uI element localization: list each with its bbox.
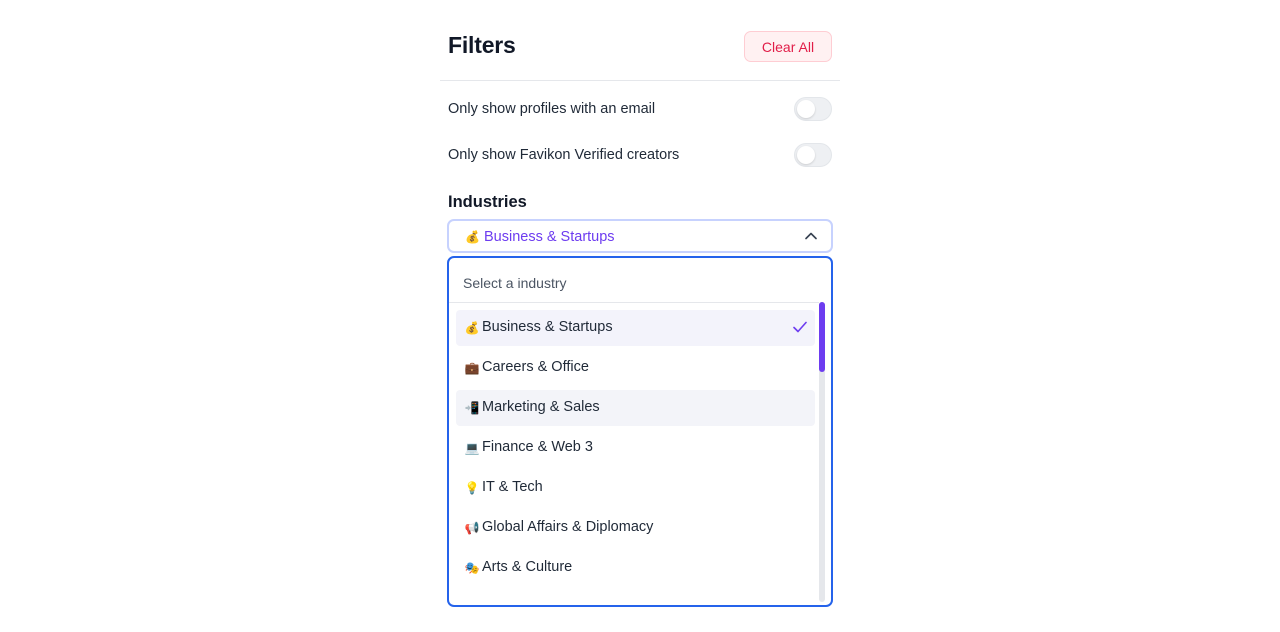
briefcase-icon: 💼 xyxy=(464,361,480,375)
email-filter-toggle[interactable] xyxy=(794,97,832,121)
industry-select-value: 💰 Business & Startups xyxy=(465,229,615,245)
laptop-icon: 💻 xyxy=(464,441,480,455)
industry-option-business-startups[interactable]: 💰 Business & Startups xyxy=(456,310,815,346)
option-label: Business & Startups xyxy=(482,319,613,335)
industry-option-arts-culture[interactable]: 🎭 Arts & Culture xyxy=(456,550,815,586)
money-bag-icon: 💰 xyxy=(465,230,480,244)
industries-label: Industries xyxy=(448,193,527,211)
mobile-arrow-icon: 📲 xyxy=(464,401,480,415)
verified-filter-toggle[interactable] xyxy=(794,143,832,167)
checkmark-icon xyxy=(793,321,807,333)
option-label: Marketing & Sales xyxy=(482,399,600,415)
dropdown-placeholder: Select a industry xyxy=(463,275,567,291)
industry-option-finance-web3[interactable]: 💻 Finance & Web 3 xyxy=(456,430,815,466)
option-label: Finance & Web 3 xyxy=(482,439,593,455)
theater-masks-icon: 🎭 xyxy=(464,561,480,575)
industry-select-text: Business & Startups xyxy=(483,229,615,245)
option-label: Arts & Culture xyxy=(482,559,573,575)
clear-all-button[interactable]: Clear All xyxy=(744,31,832,62)
toggle-knob xyxy=(797,146,815,164)
light-bulb-icon: 💡 xyxy=(464,481,480,495)
toggle-knob xyxy=(797,100,815,118)
divider xyxy=(449,302,819,303)
option-label: IT & Tech xyxy=(482,479,543,495)
filters-title: Filters xyxy=(448,32,516,58)
filters-panel: Filters Clear All Only show profiles wit… xyxy=(440,0,840,632)
chevron-up-icon[interactable] xyxy=(805,231,817,241)
option-label: Global Affairs & Diplomacy xyxy=(482,519,654,535)
industry-select[interactable]: 💰 Business & Startups xyxy=(447,219,833,253)
industry-option-marketing-sales[interactable]: 📲 Marketing & Sales xyxy=(456,390,815,426)
filters-header: Filters Clear All xyxy=(440,0,840,81)
money-bag-icon: 💰 xyxy=(464,321,480,335)
verified-filter-row: Only show Favikon Verified creators xyxy=(448,143,832,169)
scrollbar-thumb[interactable] xyxy=(819,302,825,372)
email-filter-row: Only show profiles with an email xyxy=(448,97,832,123)
email-filter-label: Only show profiles with an email xyxy=(448,101,656,117)
megaphone-icon: 📢 xyxy=(464,521,480,535)
dropdown-scrollbar[interactable] xyxy=(819,302,825,602)
option-label: Careers & Office xyxy=(482,359,589,375)
industry-option-it-tech[interactable]: 💡 IT & Tech xyxy=(456,470,815,506)
industry-dropdown: Select a industry 💰 Business & Startups … xyxy=(447,256,833,607)
verified-filter-label: Only show Favikon Verified creators xyxy=(448,147,680,163)
industry-option-careers-office[interactable]: 💼 Careers & Office xyxy=(456,350,815,386)
industry-option-global-affairs[interactable]: 📢 Global Affairs & Diplomacy xyxy=(456,510,815,546)
